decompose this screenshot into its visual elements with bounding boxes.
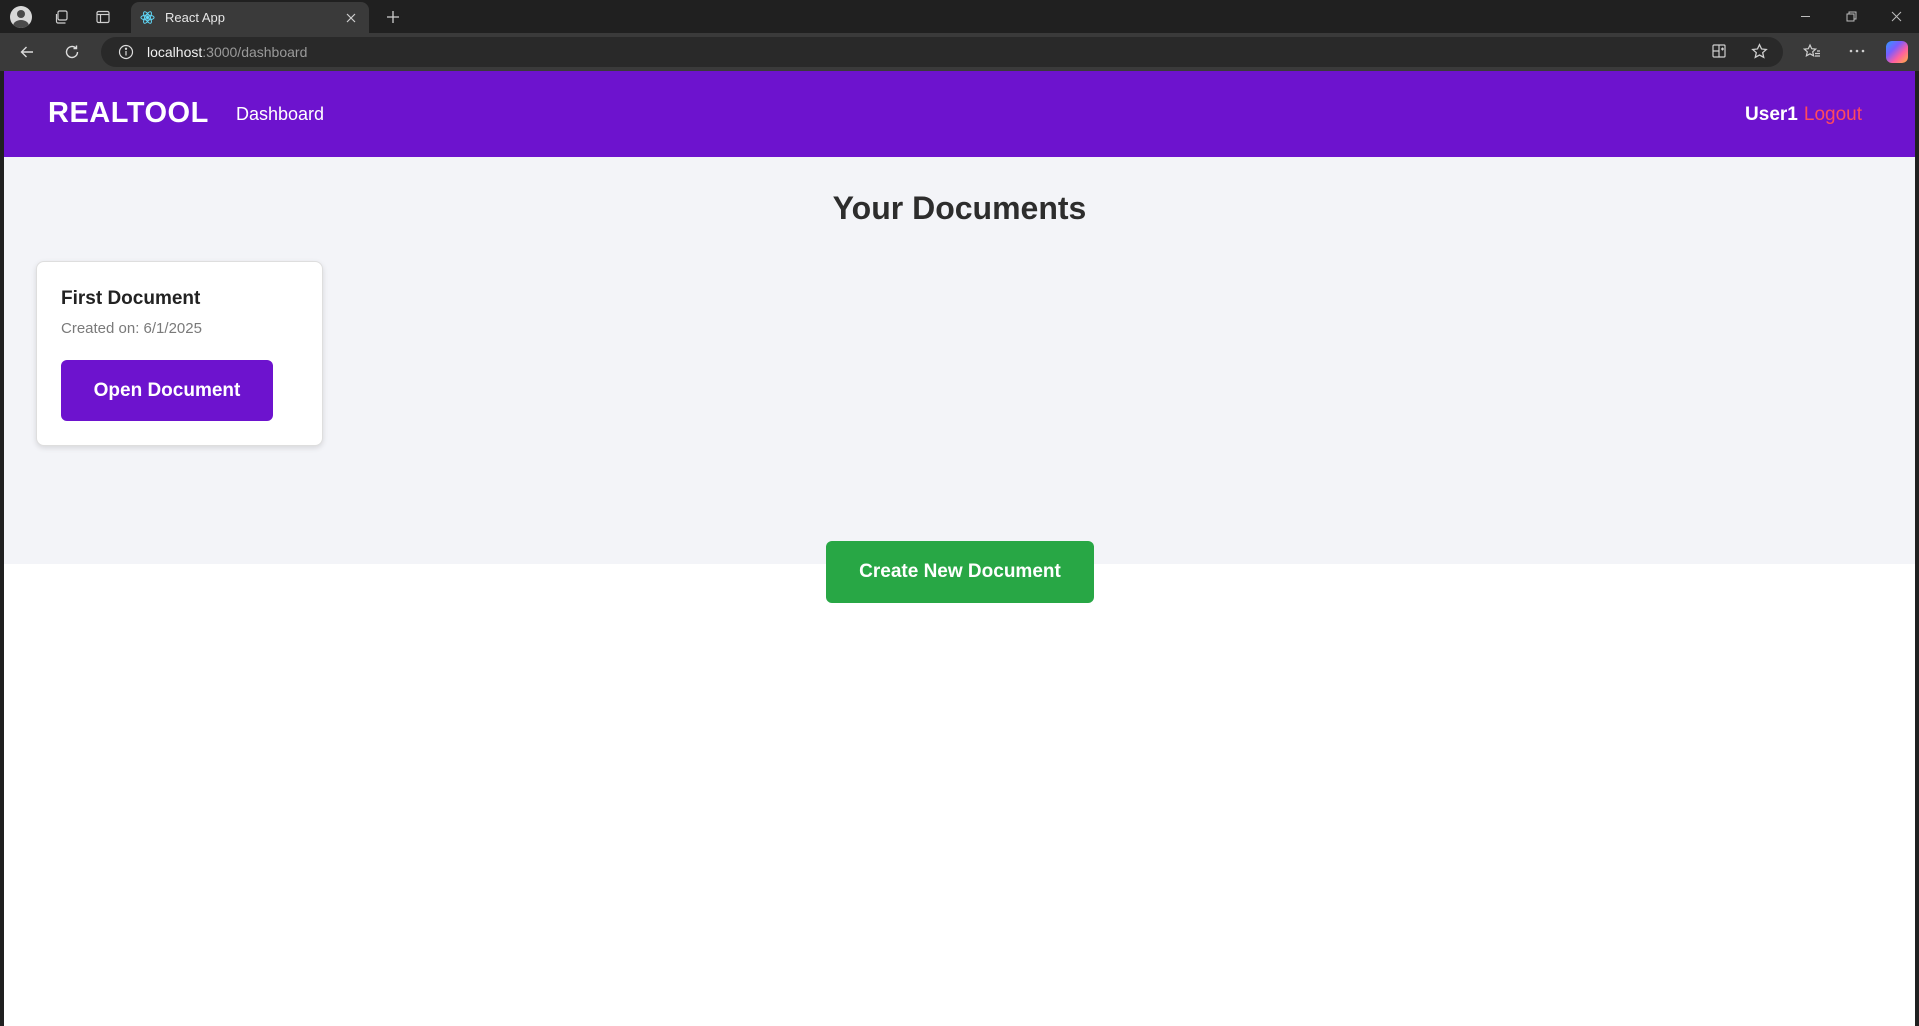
- refresh-icon[interactable]: [58, 38, 86, 66]
- profile-icon[interactable]: [8, 4, 34, 30]
- document-created-date: Created on: 6/1/2025: [61, 320, 202, 337]
- plus-icon[interactable]: [380, 4, 406, 30]
- create-new-document-button[interactable]: Create New Document: [826, 541, 1094, 603]
- open-document-button[interactable]: Open Document: [61, 360, 273, 421]
- more-icon[interactable]: [1844, 38, 1870, 64]
- nav-link-dashboard[interactable]: Dashboard: [236, 104, 324, 125]
- browser-tab-bar: React App: [0, 0, 1919, 33]
- address-bar[interactable]: localhost:3000/dashboard: [101, 37, 1783, 67]
- restore-icon[interactable]: [1828, 0, 1874, 33]
- close-icon[interactable]: [339, 6, 363, 30]
- tab-title: React App: [165, 10, 225, 25]
- dashboard-content: Your Documents First Document Created on…: [4, 157, 1915, 603]
- user-area: User1 Logout: [1745, 104, 1862, 126]
- favorites-icon[interactable]: [1799, 38, 1825, 64]
- active-tab[interactable]: React App: [131, 2, 369, 33]
- page-title: Your Documents: [832, 190, 1087, 226]
- close-window-icon[interactable]: [1873, 0, 1919, 33]
- url-text: localhost:3000/dashboard: [147, 44, 307, 60]
- document-card: First Document Created on: 6/1/2025 Open…: [36, 261, 323, 446]
- react-icon: [139, 10, 155, 26]
- minimize-icon[interactable]: [1782, 0, 1828, 33]
- username: User1: [1745, 104, 1798, 125]
- back-arrow-icon[interactable]: [13, 38, 41, 66]
- browser-toolbar: localhost:3000/dashboard: [0, 33, 1919, 71]
- workspaces-icon[interactable]: [49, 4, 75, 30]
- copilot-icon[interactable]: [1886, 41, 1908, 63]
- logout-link[interactable]: Logout: [1804, 104, 1862, 125]
- document-title: First Document: [61, 288, 201, 309]
- brand-logo[interactable]: REALTOOL: [48, 97, 209, 130]
- url-path: :3000/dashboard: [202, 44, 308, 60]
- star-icon[interactable]: [1746, 38, 1772, 64]
- url-host: localhost: [147, 44, 203, 60]
- info-icon[interactable]: [117, 43, 135, 61]
- app-install-icon[interactable]: [1706, 38, 1732, 64]
- app-navbar: REALTOOL Dashboard User1 Logout: [4, 71, 1915, 157]
- page-viewport: REALTOOL Dashboard User1 Logout Your Docu…: [4, 71, 1915, 1026]
- vertical-tabs-icon[interactable]: [90, 4, 116, 30]
